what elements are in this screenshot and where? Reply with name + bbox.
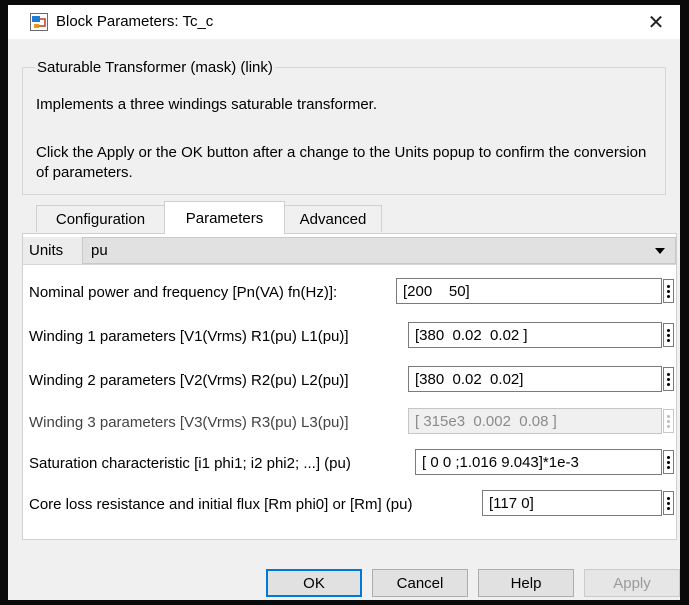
mask-help-note: Click the Apply or the OK button after a… — [36, 144, 647, 181]
param-row-saturation: Saturation characteristic [i1 phi1; i2 p… — [23, 449, 676, 477]
ok-button[interactable]: OK — [266, 569, 362, 597]
saturation-characteristic-field[interactable] — [415, 449, 662, 475]
cancel-button-label: Cancel — [396, 574, 444, 592]
tab-parameters[interactable]: Parameters — [164, 201, 285, 234]
ok-button-label: OK — [303, 574, 325, 592]
tab-label: Parameters — [185, 209, 264, 227]
help-button-label: Help — [510, 574, 542, 592]
param-label-winding-2: Winding 2 parameters [V2(Vrms) R2(pu) L2… — [29, 372, 349, 389]
more-options-icon[interactable] — [663, 323, 674, 347]
winding-2-field[interactable] — [408, 366, 662, 392]
param-row-nominal-power: Nominal power and frequency [Pn(VA) fn(H… — [23, 278, 676, 306]
more-options-icon[interactable] — [663, 367, 674, 391]
param-row-winding-2: Winding 2 parameters [V2(Vrms) R2(pu) L2… — [23, 366, 676, 394]
param-row-winding-3: Winding 3 parameters [V3(Vrms) R3(pu) L3… — [23, 408, 676, 436]
units-selected-value: pu — [91, 242, 108, 259]
param-label-core-loss: Core loss resistance and initial flux [R… — [29, 496, 413, 513]
core-loss-field[interactable] — [482, 490, 662, 516]
dialog-window: Block Parameters: Tc_c ✕ Saturable Trans… — [0, 0, 689, 605]
parameters-panel: Units pu Nominal power and frequency [Pn… — [22, 233, 677, 540]
title-bar: Block Parameters: Tc_c ✕ — [8, 5, 680, 39]
tab-configuration[interactable]: Configuration — [36, 205, 165, 232]
window-title: Block Parameters: Tc_c — [56, 13, 214, 30]
units-row: Units pu — [23, 237, 676, 265]
mask-group-title: Saturable Transformer (mask) (link) — [35, 59, 275, 76]
mask-description: Implements a three windings saturable tr… — [36, 96, 377, 113]
cancel-button[interactable]: Cancel — [372, 569, 468, 597]
nominal-power-field[interactable] — [396, 278, 662, 304]
param-label-saturation: Saturation characteristic [i1 phi1; i2 p… — [29, 455, 351, 472]
tab-label: Advanced — [299, 210, 367, 228]
param-label-winding-1: Winding 1 parameters [V1(Vrms) R1(pu) L1… — [29, 328, 349, 345]
winding-1-field[interactable] — [408, 322, 662, 348]
more-options-icon[interactable] — [663, 491, 674, 515]
more-options-icon — [663, 409, 674, 433]
param-row-winding-1: Winding 1 parameters [V1(Vrms) R1(pu) L1… — [23, 322, 676, 350]
param-label-winding-3: Winding 3 parameters [V3(Vrms) R3(pu) L3… — [29, 414, 349, 431]
close-icon: ✕ — [647, 11, 665, 34]
winding-3-field — [408, 408, 662, 434]
tab-label: Configuration — [55, 210, 146, 228]
close-button[interactable]: ✕ — [642, 9, 670, 35]
dropdown-arrow-icon — [655, 248, 665, 254]
more-options-icon[interactable] — [663, 279, 674, 303]
param-label-nominal-power: Nominal power and frequency [Pn(VA) fn(H… — [29, 284, 338, 301]
tab-advanced[interactable]: Advanced — [284, 205, 382, 232]
apply-button-label: Apply — [613, 574, 651, 592]
param-row-core-loss: Core loss resistance and initial flux [R… — [23, 490, 676, 518]
units-dropdown[interactable]: pu — [82, 237, 676, 264]
simulink-block-icon — [30, 13, 48, 31]
units-label: Units — [29, 242, 64, 259]
more-options-icon[interactable] — [663, 450, 674, 474]
help-button[interactable]: Help — [478, 569, 574, 597]
apply-button: Apply — [584, 569, 680, 597]
